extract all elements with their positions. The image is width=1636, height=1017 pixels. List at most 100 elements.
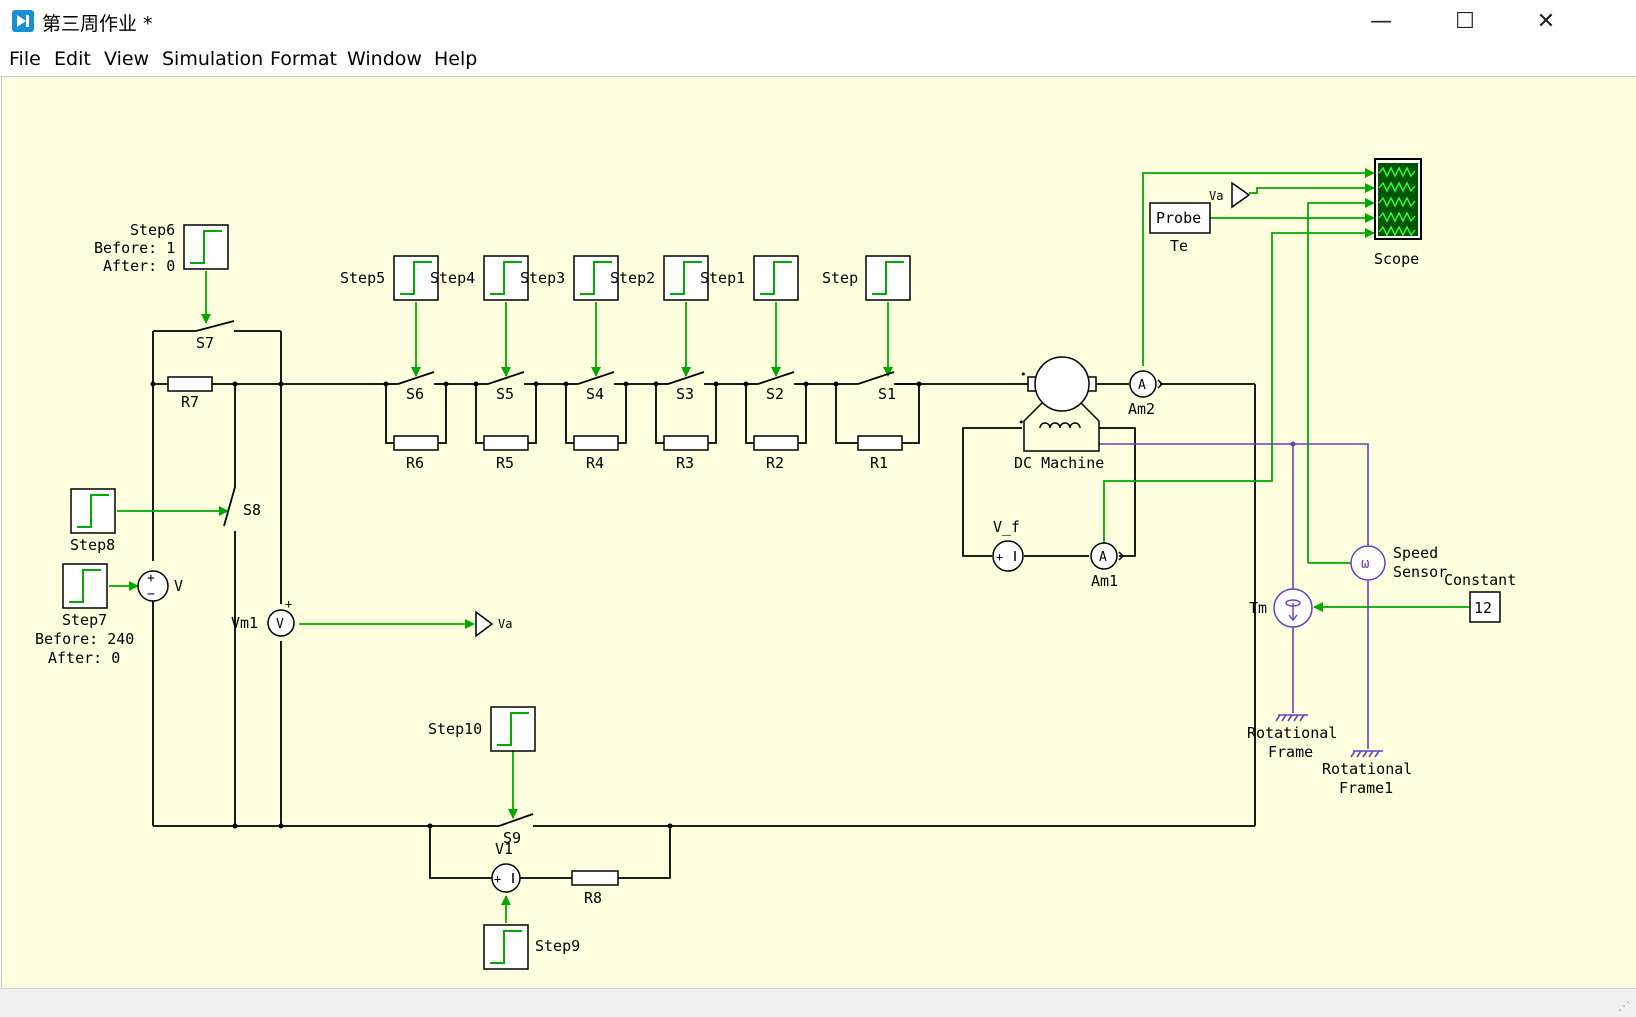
label-speed: Speed — [1393, 544, 1438, 562]
label-v: V — [174, 577, 183, 595]
resistor-r6[interactable] — [393, 435, 439, 451]
step10-block[interactable] — [490, 706, 536, 752]
svg-text:ω: ω — [1361, 556, 1369, 572]
switch-s8[interactable] — [223, 486, 236, 527]
junctions — [150, 381, 922, 829]
label-step4: Step4 — [430, 269, 475, 287]
resistor-r7[interactable] — [167, 376, 213, 392]
app-window: 第三周作业 * — ☐ ✕ File Edit View Simulation … — [0, 0, 1636, 1017]
close-button[interactable]: ✕ — [1511, 0, 1581, 44]
label-step8: Step8 — [70, 536, 115, 554]
label-v1: V1 — [495, 840, 513, 858]
va-input-port[interactable] — [1231, 181, 1251, 209]
window-title: 第三周作业 * — [42, 13, 153, 35]
voltage-source-v1[interactable]: + — [491, 863, 521, 893]
step9-block[interactable] — [483, 924, 529, 970]
svg-text:•: • — [1020, 368, 1027, 381]
resistor-r2[interactable] — [753, 435, 799, 451]
label-constant-value: 12 — [1474, 599, 1492, 617]
label-frame1-l1: Rotational — [1322, 760, 1412, 778]
va-output-port[interactable] — [475, 610, 494, 638]
label-r3: R3 — [676, 454, 694, 472]
menu-format[interactable]: Format — [270, 48, 337, 70]
scope-block[interactable] — [1374, 158, 1422, 240]
label-r6: R6 — [406, 454, 424, 472]
label-r5: R5 — [496, 454, 514, 472]
ammeter-am1[interactable]: A — [1090, 542, 1125, 570]
label-r8: R8 — [584, 889, 602, 907]
schematic-canvas[interactable]: + − V + + + A A • • ω Step6 Before: 1 Af… — [1, 76, 1636, 989]
label-frame1-l2: Frame1 — [1339, 779, 1393, 797]
torque-source-tm[interactable] — [1273, 588, 1313, 628]
menu-bar: File Edit View Simulation Format Window … — [0, 44, 1636, 76]
menu-window[interactable]: Window — [347, 48, 422, 70]
ammeter-am2[interactable]: A — [1129, 370, 1164, 398]
step6-block[interactable] — [183, 224, 229, 270]
electrical-wires — [152, 330, 1256, 879]
resistor-r1[interactable] — [857, 435, 903, 451]
schematic-svg[interactable]: + − V + + + A A • • ω Step6 Before: 1 Af… — [2, 77, 1636, 989]
label-step6-before: Before: 1 — [94, 239, 175, 257]
resistor-r5[interactable] — [483, 435, 529, 451]
switch-s1[interactable] — [836, 371, 919, 385]
label-am1: Am1 — [1091, 572, 1118, 590]
label-step2: Step2 — [610, 269, 655, 287]
label-step9: Step9 — [535, 937, 580, 955]
label-s7: S7 — [196, 334, 214, 352]
menu-help[interactable]: Help — [434, 48, 477, 70]
label-r1: R1 — [870, 454, 888, 472]
label-s5: S5 — [496, 385, 514, 403]
svg-text:+: + — [996, 550, 1003, 564]
resistor-r4[interactable] — [573, 435, 619, 451]
label-scope: Scope — [1374, 250, 1419, 268]
resistor-r8[interactable] — [571, 870, 619, 886]
label-step6-after: After: 0 — [103, 257, 175, 275]
svg-text:−: − — [147, 587, 155, 602]
label-constant: Constant — [1444, 571, 1516, 589]
step8-block[interactable] — [70, 488, 116, 534]
svg-text:+: + — [494, 872, 501, 886]
step1-block[interactable] — [753, 255, 799, 301]
voltage-source-vf[interactable]: + — [992, 540, 1024, 572]
label-step5: Step5 — [340, 269, 385, 287]
svg-text:A: A — [1099, 550, 1107, 565]
resistor-r3[interactable] — [663, 435, 709, 451]
step7-block[interactable] — [62, 563, 108, 609]
step-block[interactable] — [865, 255, 911, 301]
label-step6: Step6 — [130, 221, 175, 239]
menu-view[interactable]: View — [104, 48, 149, 70]
label-probe: Probe — [1156, 209, 1201, 227]
dc-machine[interactable]: • • — [1018, 356, 1100, 452]
resize-grip-icon[interactable]: ⋰ — [1618, 999, 1630, 1013]
switch-s9[interactable] — [498, 813, 534, 827]
label-s2: S2 — [766, 385, 784, 403]
switch-s7[interactable] — [195, 320, 235, 332]
label-step7-before: Before: 240 — [35, 630, 134, 648]
label-r4: R4 — [586, 454, 604, 472]
label-am2: Am2 — [1128, 400, 1155, 418]
label-frame-l1: Rotational — [1247, 724, 1337, 742]
label-sensor: Sensor — [1393, 563, 1447, 581]
voltage-source-v[interactable]: + − — [137, 570, 169, 602]
label-va-input: Va — [1209, 189, 1223, 203]
rot-junction — [1290, 441, 1296, 447]
speed-sensor[interactable]: ω — [1350, 545, 1386, 581]
minimize-button[interactable]: — — [1346, 0, 1416, 44]
label-tm: Tm — [1249, 599, 1267, 617]
label-s8: S8 — [243, 501, 261, 519]
maximize-button[interactable]: ☐ — [1430, 0, 1500, 44]
svg-text:A: A — [1138, 378, 1146, 393]
label-vf: V_f — [993, 518, 1020, 536]
menu-file[interactable]: File — [9, 48, 41, 70]
menu-edit[interactable]: Edit — [54, 48, 91, 70]
label-step: Step — [822, 269, 858, 287]
label-step7-after: After: 0 — [48, 649, 120, 667]
label-r2: R2 — [766, 454, 784, 472]
label-step7: Step7 — [62, 611, 107, 629]
label-s6: S6 — [406, 385, 424, 403]
menu-simulation[interactable]: Simulation — [162, 48, 263, 70]
rotational-wires — [1099, 443, 1383, 758]
label-step1: Step1 — [700, 269, 745, 287]
svg-text:+: + — [285, 597, 292, 611]
label-step3: Step3 — [520, 269, 565, 287]
